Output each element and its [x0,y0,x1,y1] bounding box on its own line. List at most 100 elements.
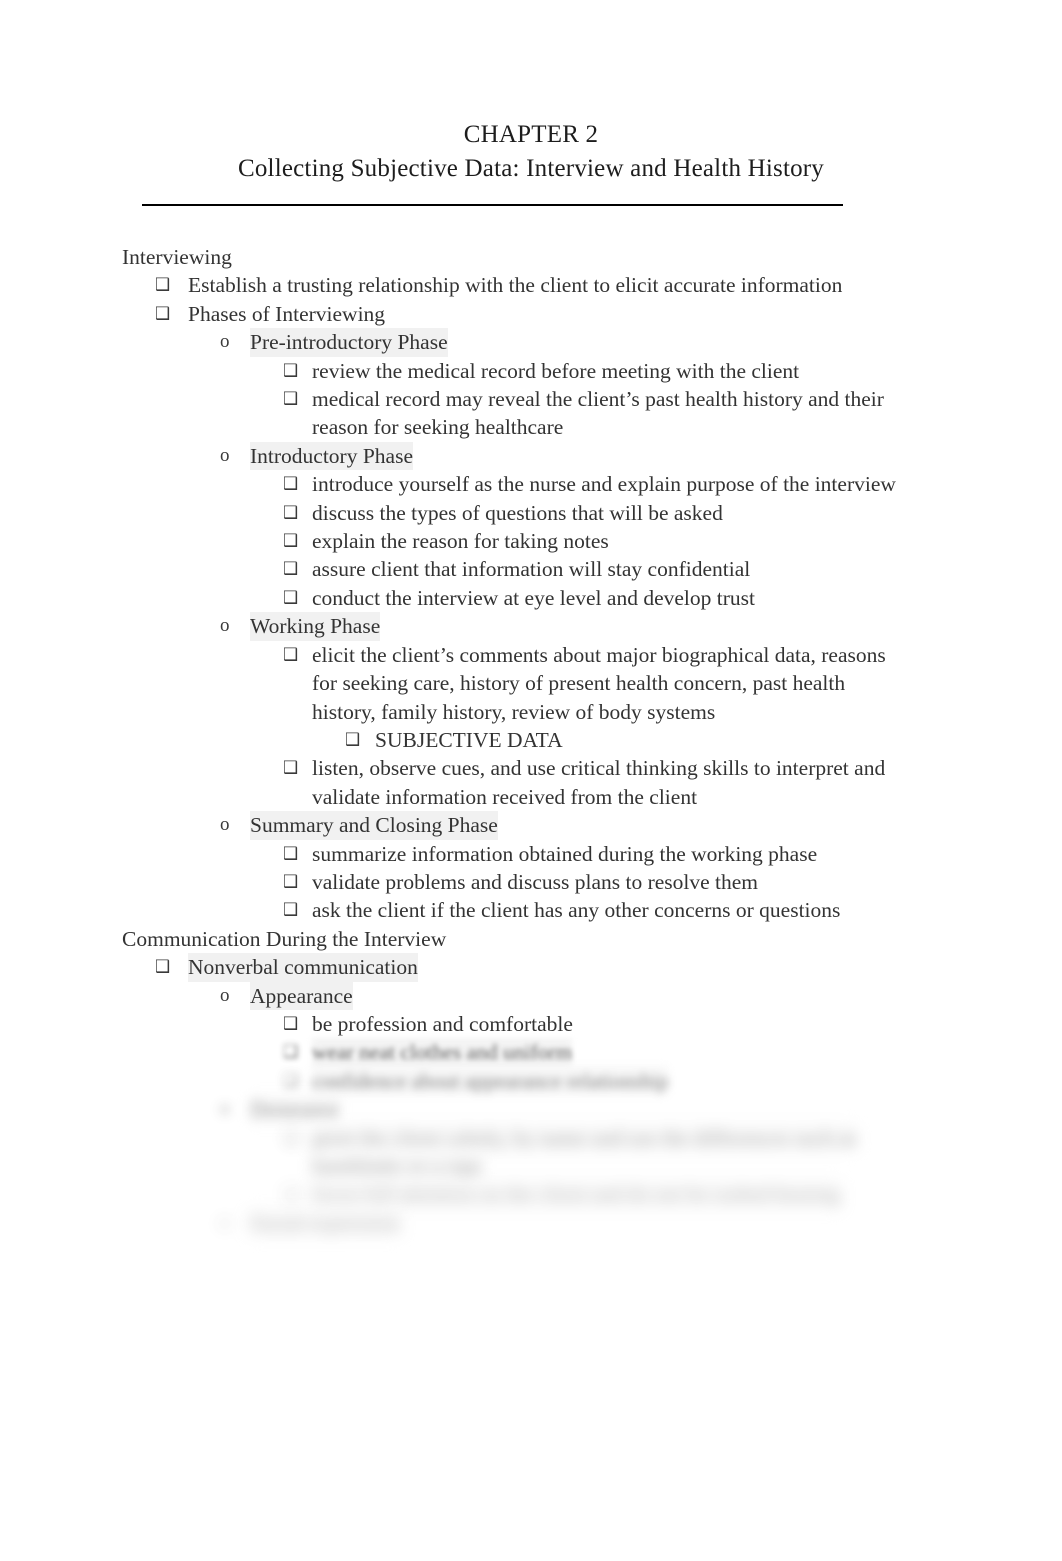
list-item: o Summary and Closing Phase [0,811,1062,840]
list-item-label: for seeking care, history of present hea… [312,671,846,696]
list-item-label: discuss the types of questions that will… [312,500,723,525]
square-bullet-icon: ❑ [283,1184,299,1205]
list-item-label: Nonverbal communication [188,953,418,982]
list-item-label: handshake or a sign [312,1152,483,1181]
list-item-label: listen, observe cues, and use critical t… [312,756,886,781]
list-item-continuation: handshake or a sign [0,1152,1062,1181]
circle-bullet-icon: o [220,1098,230,1120]
square-bullet-icon: ❑ [283,531,299,552]
document-page: CHAPTER 2 Collecting Subjective Data: In… [0,0,1062,1561]
list-item: o Facial expression [0,1208,1062,1238]
list-item: o Pre-introductory Phase [0,328,1062,357]
list-item: ❑ discuss the types of questions that wi… [0,499,1062,527]
list-item: ❑ validate problems and discuss plans to… [0,868,1062,896]
square-bullet-icon: ❑ [283,559,299,580]
list-item: ❑ medical record may reveal the client’s… [0,385,1062,413]
list-item-continuation: history, family history, review of body … [0,698,1062,726]
list-item-label: ask the client if the client has any oth… [312,898,841,923]
square-bullet-icon: ❑ [283,502,299,523]
square-bullet-icon: ❑ [155,957,171,978]
list-item: ❑ be profession and comfortable [0,1010,1062,1038]
heading-interviewing: Interviewing [0,243,1062,271]
list-item: o Demeanor [0,1095,1062,1124]
square-bullet-icon: ❑ [283,360,299,381]
list-item: ❑ ask the client if the client has any o… [0,896,1062,924]
circle-bullet-icon: o [220,1211,230,1233]
list-item-label: validate information received from the c… [312,784,698,809]
circle-bullet-icon: o [220,444,230,466]
circle-bullet-icon: o [220,814,230,836]
circle-bullet-icon: o [220,331,230,353]
list-item: o Introductory Phase [0,441,1062,471]
list-item-label: Demeanor [250,1095,340,1124]
square-bullet-icon: ❑ [283,758,299,779]
list-item-label: Pre-introductory Phase [250,328,448,357]
square-bullet-icon: ❑ [283,587,299,608]
list-item: ❑ elicit the client’s comments about maj… [0,641,1062,669]
square-bullet-icon: ❑ [155,275,171,296]
list-item: ❑ summarize information obtained during … [0,840,1062,868]
list-item: ❑ assure client that information will st… [0,555,1062,583]
document-title-block: CHAPTER 2 Collecting Subjective Data: In… [0,118,1062,186]
list-item-label: explain the reason for taking notes [312,529,609,554]
list-item: o Working Phase [0,612,1062,641]
list-item-label: validate problems and discuss plans to r… [312,869,759,894]
list-item: ❑ conduct the interview at eye level and… [0,584,1062,612]
square-bullet-icon: ❑ [283,1013,299,1034]
square-bullet-icon: ❑ [155,303,171,324]
square-bullet-icon: ❑ [283,900,299,921]
list-item-label: Appearance [250,981,353,1010]
list-item-label: medical record may reveal the client’s p… [312,387,884,412]
list-item-label: conduct the interview at eye level and d… [312,585,755,610]
circle-bullet-icon: o [220,984,230,1006]
list-item-continuation: validate information received from the c… [0,783,1062,811]
square-bullet-icon: ❑ [283,843,299,864]
list-item: ❑ listen, observe cues, and use critical… [0,754,1062,782]
list-item: ❑ review the medical record before meeti… [0,357,1062,385]
list-item-label: Phases of Interviewing [188,301,386,326]
list-item: ❑ focus full attention on the client and… [0,1180,1062,1209]
list-item: ❑ confidence about appearance relationsh… [0,1066,1062,1096]
list-item-continuation: for seeking care, history of present hea… [0,669,1062,697]
list-item-label: elicit the client’s comments about major… [312,642,886,667]
chapter-subtitle: Collecting Subjective Data: Interview an… [237,155,825,182]
list-item-label: assure client that information will stay… [312,557,751,582]
list-item-label: focus full attention on the client and d… [312,1180,841,1209]
list-item: ❑ Phases of Interviewing [0,300,1062,328]
list-item: ❑ SUBJECTIVE DATA [0,726,1062,754]
square-bullet-icon: ❑ [283,1127,299,1148]
list-item-label: Summary and Closing Phase [250,811,498,840]
list-item-continuation: reason for seeking healthcare [0,413,1062,441]
square-bullet-icon: ❑ [283,1042,299,1063]
heading-interviewing-label: Interviewing [122,245,232,269]
square-bullet-icon: ❑ [283,644,299,665]
list-item-label: Facial expression [250,1208,400,1238]
list-item-label: greet the client calmly, by name and use… [312,1123,858,1152]
square-bullet-icon: ❑ [283,389,299,410]
heading-communication: Communication During the Interview [0,925,1062,953]
list-item-label: summarize information obtained during th… [312,841,818,866]
list-item-label: introduce yourself as the nurse and expl… [312,472,896,497]
title-divider-rule [142,204,843,206]
square-bullet-icon: ❑ [283,871,299,892]
list-item: o Appearance [0,981,1062,1010]
list-item-label: history, family history, review of body … [312,699,716,724]
list-item-label: confidence about appearance relationship [312,1066,669,1096]
list-item: ❑ Nonverbal communication [0,953,1062,982]
circle-bullet-icon: o [220,615,230,637]
outline-body: Interviewing ❑ Establish a trusting rela… [0,243,1062,1238]
list-item-label: SUBJECTIVE DATA [375,727,563,752]
heading-communication-label: Communication During the Interview [122,926,447,951]
list-item: ❑ explain the reason for taking notes [0,527,1062,555]
list-item-label: be profession and comfortable [312,1011,573,1036]
list-item-label: Establish a trusting relationship with t… [188,273,843,298]
list-item: ❑ introduce yourself as the nurse and ex… [0,470,1062,498]
square-bullet-icon: ❑ [283,1070,299,1091]
list-item: ❑ Establish a trusting relationship with… [0,271,1062,299]
square-bullet-icon: ❑ [283,474,299,495]
list-item-label: review the medical record before meeting… [312,358,800,383]
chapter-title: CHAPTER 2 [463,121,599,148]
list-item-label: Working Phase [250,612,381,641]
square-bullet-icon: ❑ [345,729,361,750]
list-item: ❑ wear neat clothes and uniform [0,1038,1062,1067]
